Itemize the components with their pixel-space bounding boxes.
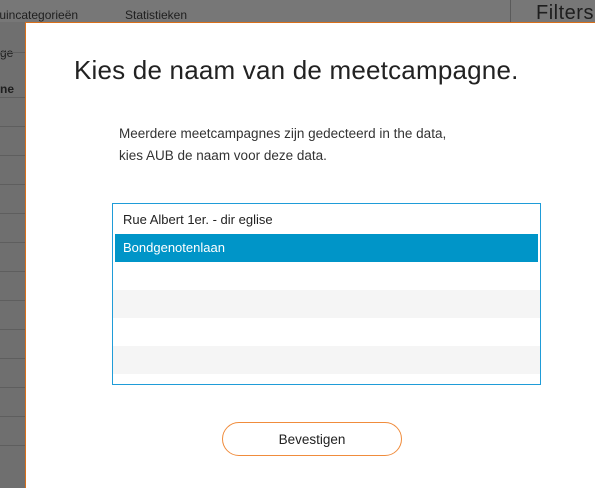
confirm-button[interactable]: Bevestigen — [222, 422, 402, 456]
background-row-divider — [0, 358, 25, 359]
background-left-fragment-1: ge — [0, 46, 14, 60]
campaign-list-empty-row — [113, 346, 540, 374]
background-row-divider — [0, 126, 25, 127]
background-row-divider — [0, 300, 25, 301]
background-row-divider — [0, 271, 25, 272]
background-row-divider — [0, 242, 25, 243]
dialog-message: Meerdere meetcampagnes zijn gedecteerd i… — [119, 123, 559, 167]
campaign-list[interactable]: Rue Albert 1er. - dir eglise Bondgenoten… — [112, 203, 541, 385]
background-tab-strip: tuincategorieën Statistieken — [0, 0, 595, 22]
dialog-message-line-1: Meerdere meetcampagnes zijn gedecteerd i… — [119, 126, 447, 141]
campaign-list-empty-row — [113, 262, 540, 290]
background-left-fragment-2: ne — [0, 82, 15, 96]
background-row-divider — [0, 97, 25, 98]
background-row-divider — [0, 52, 25, 53]
campaign-name-dialog: Kies de naam van de meetcampagne. Meerde… — [25, 22, 595, 488]
background-row-divider — [0, 387, 25, 388]
campaign-list-empty-row — [113, 318, 540, 346]
background-row-divider — [0, 184, 25, 185]
background-row-divider — [0, 416, 25, 417]
background-tab-statistics: Statistieken — [125, 8, 188, 22]
background-row-divider — [0, 445, 25, 446]
background-row-divider — [0, 329, 25, 330]
background-left-column: ge ne — [0, 22, 25, 488]
background-row-divider — [0, 155, 25, 156]
campaign-list-item-selected[interactable]: Bondgenotenlaan — [115, 234, 538, 262]
background-filters-heading: Filters — [536, 2, 594, 24]
campaign-list-item[interactable]: Rue Albert 1er. - dir eglise — [113, 206, 540, 234]
background-tab-categories: tuincategorieën — [0, 8, 79, 22]
dialog-title: Kies de naam van de meetcampagne. — [74, 55, 519, 85]
background-row-divider — [0, 213, 25, 214]
dialog-message-line-2: kies AUB de naam voor deze data. — [119, 148, 327, 163]
campaign-list-empty-row — [113, 290, 540, 318]
